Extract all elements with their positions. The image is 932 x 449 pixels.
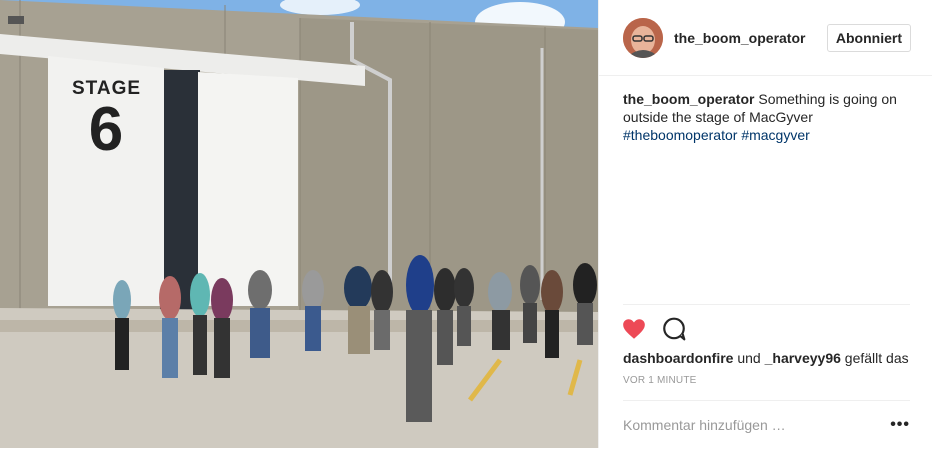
post-photo[interactable]: STAGE 6: [0, 0, 598, 448]
comment-bar: •••: [623, 400, 910, 449]
stage-sign: STAGE 6: [72, 78, 140, 164]
author-username[interactable]: the_boom_operator: [674, 30, 827, 46]
divider: [623, 304, 910, 305]
more-options-icon[interactable]: •••: [890, 416, 910, 434]
post-actions: [621, 316, 687, 342]
hashtag-link[interactable]: #macgyver: [741, 127, 809, 143]
likes-suffix: gefällt das: [844, 350, 909, 366]
post-sidebar: the_boom_operator Abonniert the_boom_ope…: [598, 0, 932, 448]
avatar[interactable]: [623, 17, 663, 58]
post-timestamp[interactable]: VOR 1 MINUTE: [623, 375, 697, 386]
stage-sign-number: 6: [88, 95, 124, 164]
post-header: the_boom_operator Abonniert: [599, 0, 932, 76]
hashtag-link[interactable]: #theboomoperator: [623, 127, 737, 143]
instagram-post: STAGE 6 the_boom_operator Abonniert the_…: [0, 0, 932, 448]
photo-illustration: [0, 0, 598, 448]
liker-username[interactable]: dashboardonfire: [623, 350, 733, 366]
following-button[interactable]: Abonniert: [826, 23, 911, 52]
post-caption: the_boom_operator Something is going on …: [623, 90, 913, 144]
comment-input[interactable]: [623, 417, 891, 433]
avatar-image: [623, 17, 663, 58]
liker-username[interactable]: _harveyy96: [765, 350, 841, 366]
likes-connector: und: [737, 350, 761, 366]
heart-icon[interactable]: [621, 316, 647, 342]
likes-summary: dashboardonfire und _harveyy96 gefällt d…: [623, 350, 909, 366]
caption-username[interactable]: the_boom_operator: [623, 91, 754, 107]
comment-icon[interactable]: [661, 316, 687, 342]
